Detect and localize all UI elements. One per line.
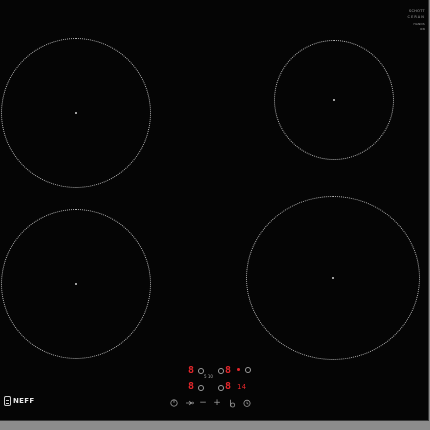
zone-center-dot bbox=[75, 283, 77, 285]
child-lock-button[interactable] bbox=[227, 398, 237, 408]
zone-center-dot bbox=[332, 277, 334, 279]
glass-brand-line: ON bbox=[420, 27, 425, 31]
glass-brand-line: SCHOTT bbox=[408, 9, 425, 13]
glass-brand-line: HANDS bbox=[413, 22, 425, 26]
minus-button[interactable]: − bbox=[198, 398, 208, 408]
brand-logo-word: NEFF bbox=[13, 397, 35, 405]
boost-button[interactable] bbox=[184, 398, 194, 408]
cooktop-glass: SCHOTT CERAN HANDS ON NEFF 8 5 10 8 8 8 … bbox=[0, 0, 429, 421]
brand-logo: NEFF bbox=[4, 396, 34, 406]
timer-button[interactable] bbox=[242, 398, 252, 408]
plus-button[interactable]: + bbox=[212, 398, 222, 408]
zone-center-dot bbox=[333, 99, 335, 101]
zone-display-left-bottom: 8 bbox=[188, 381, 195, 392]
power-icon bbox=[170, 399, 178, 407]
power-button[interactable] bbox=[169, 398, 179, 408]
zone-indicator-label: 5 10 bbox=[204, 374, 213, 379]
timer-select-button[interactable] bbox=[245, 367, 251, 373]
timer-indicator-dot bbox=[237, 368, 240, 371]
boost-icon bbox=[185, 400, 194, 406]
cooking-zone-front-left bbox=[1, 38, 151, 188]
cooking-zone-rear-right bbox=[246, 196, 420, 360]
child-lock-icon bbox=[229, 399, 235, 407]
cooking-zone-front-right bbox=[274, 40, 394, 160]
timer-icon bbox=[243, 399, 251, 407]
cooking-zone-rear-left bbox=[1, 209, 151, 359]
zone-display-left-top: 8 bbox=[188, 365, 195, 376]
zone-select-right-top[interactable] bbox=[218, 368, 224, 374]
timer-display: 14 bbox=[237, 383, 247, 391]
zone-center-dot bbox=[75, 112, 77, 114]
zone-select-right-bottom[interactable] bbox=[218, 385, 224, 391]
zone-display-right-top: 8 bbox=[225, 365, 232, 376]
neff-logo-icon bbox=[4, 396, 11, 406]
glass-brand-line: CERAN bbox=[407, 15, 425, 19]
zone-display-right-bottom: 8 bbox=[225, 381, 232, 392]
zone-select-left-bottom[interactable] bbox=[198, 385, 204, 391]
